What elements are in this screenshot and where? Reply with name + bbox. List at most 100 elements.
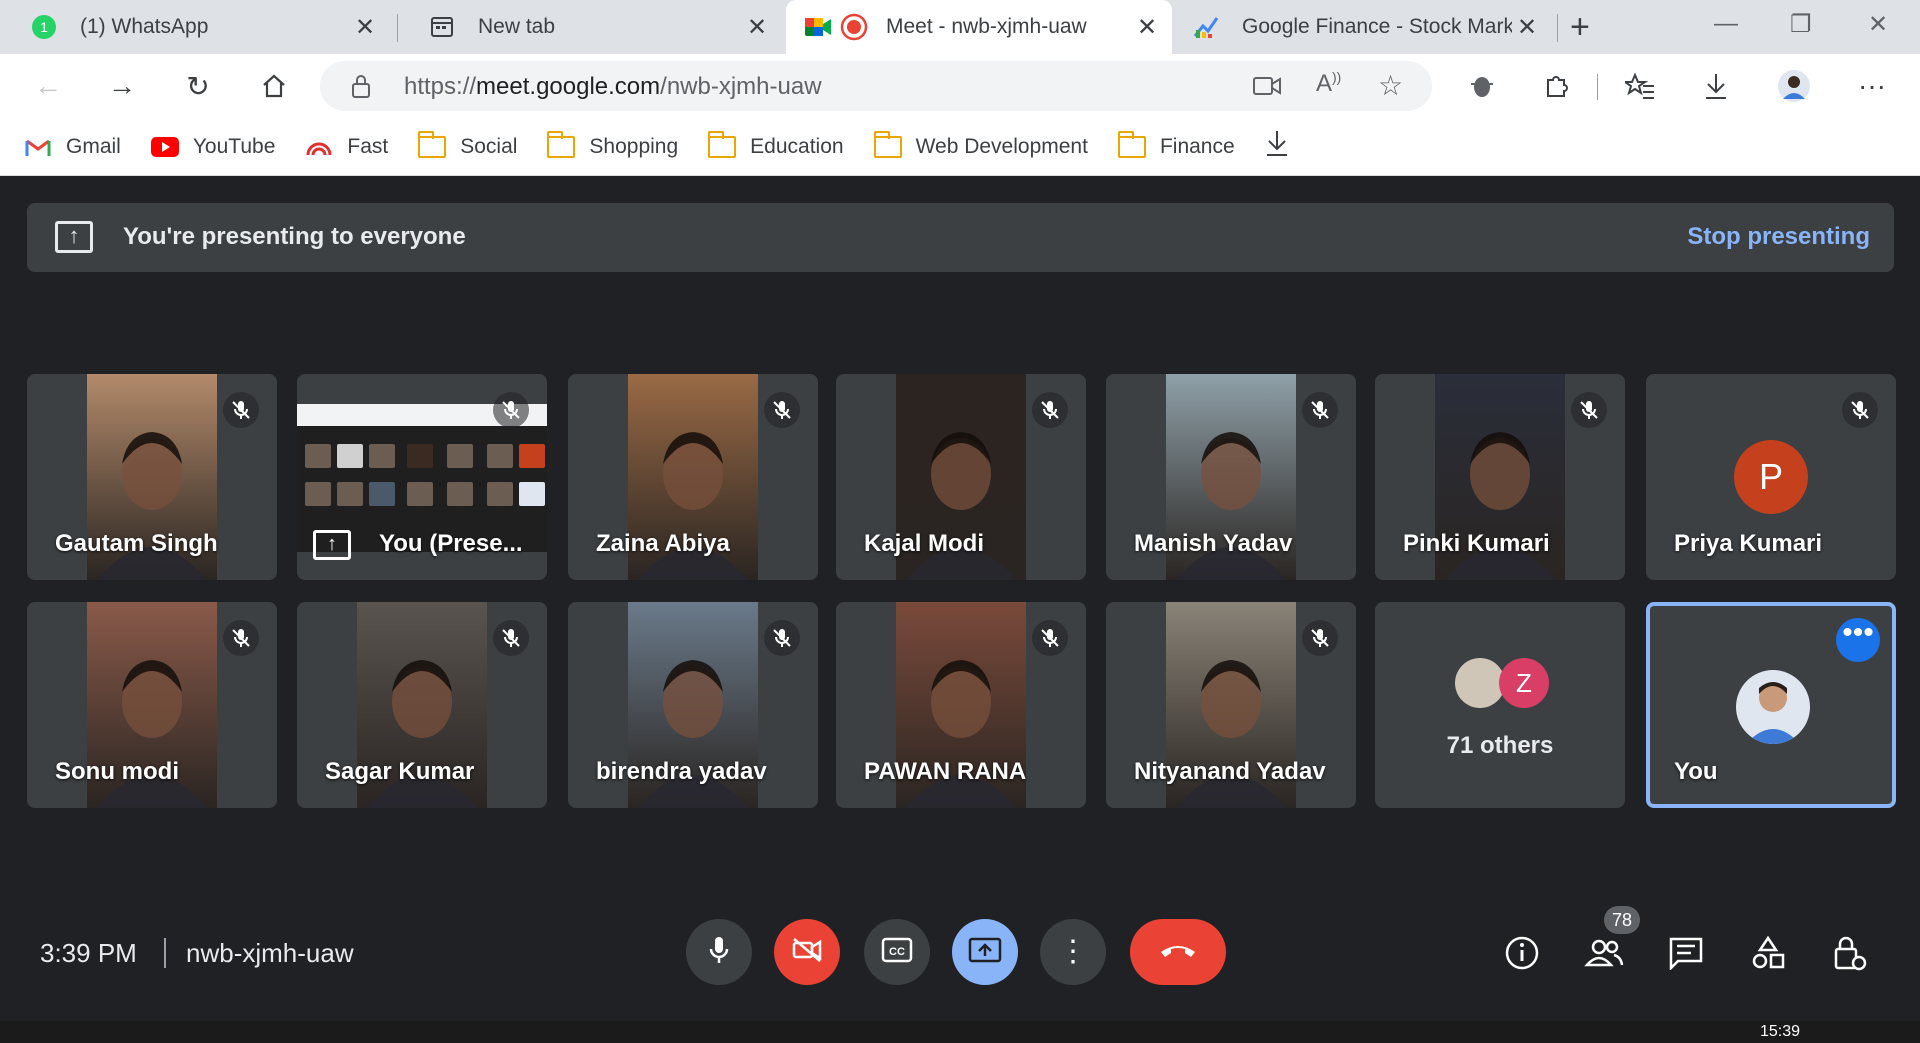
participant-tile-manish-yadav[interactable]: Manish Yadav: [1106, 374, 1356, 580]
tab-meet[interactable]: Meet - nwb-xjmh-uaw ✕: [786, 0, 1172, 54]
bookmark-gmail[interactable]: Gmail: [24, 135, 121, 159]
bookmark-youtube[interactable]: YouTube: [150, 135, 275, 159]
back-arrow-icon[interactable]: ←: [28, 66, 68, 106]
people-icon[interactable]: [1584, 933, 1624, 973]
tab-google-finance[interactable]: Google Finance - Stock Marke ✕: [1172, 0, 1552, 54]
close-icon[interactable]: ✕: [1512, 13, 1542, 42]
activities-icon[interactable]: [1748, 933, 1788, 973]
captions-button[interactable]: CC: [864, 919, 930, 985]
extension-bug-icon[interactable]: [1462, 66, 1502, 106]
bookmark-folder-shopping[interactable]: Shopping: [547, 130, 678, 159]
participant-tile-zaina-abiya[interactable]: Zaina Abiya: [568, 374, 818, 580]
svg-text:CC: CC: [889, 946, 905, 958]
bookmarks-bar: Gmail YouTube Fast Social Shopping Educa…: [0, 118, 1920, 176]
bookmark-label: Social: [460, 134, 518, 158]
bookmark-folder-web-development[interactable]: Web Development: [873, 130, 1088, 159]
extensions-puzzle-icon[interactable]: [1536, 66, 1576, 106]
present-screen-icon: [968, 936, 1002, 969]
participant-tile-pawan-rana[interactable]: PAWAN RANA: [836, 602, 1086, 808]
participant-tile-pinki-kumari[interactable]: Pinki Kumari: [1375, 374, 1625, 580]
chat-icon[interactable]: [1666, 933, 1706, 973]
close-window-icon[interactable]: ✕: [1868, 10, 1888, 39]
bookmark-label: Fast: [347, 134, 389, 158]
folder-icon: [1117, 130, 1146, 159]
leave-call-button[interactable]: [1130, 919, 1226, 985]
folder-icon: [708, 130, 737, 159]
lock-icon: [350, 73, 372, 104]
new-tab-plus-icon[interactable]: +: [1570, 8, 1590, 47]
tab-strip: 1 (1) WhatsApp ✕ New tab ✕ Meet - nwb-xj…: [0, 0, 1920, 54]
profile-avatar[interactable]: [1774, 66, 1814, 106]
minimize-icon[interactable]: —: [1714, 10, 1738, 38]
participant-tile-others[interactable]: Z 71 others: [1375, 602, 1625, 808]
bottom-divider: [164, 938, 166, 968]
host-controls-lock-icon[interactable]: [1830, 933, 1870, 973]
meeting-info-icon[interactable]: [1502, 933, 1542, 973]
recording-icon: [840, 13, 868, 41]
close-icon[interactable]: ✕: [1132, 13, 1162, 42]
windows-taskbar: 15:39: [0, 1021, 1920, 1043]
participant-tile-nityanand-yadav[interactable]: Nityanand Yadav: [1106, 602, 1356, 808]
newtab-icon: [428, 13, 456, 41]
muted-mic-icon: [764, 620, 800, 656]
home-icon[interactable]: [254, 66, 294, 106]
tab-whatsapp[interactable]: 1 (1) WhatsApp ✕: [0, 0, 390, 54]
camera-toggle-button[interactable]: [774, 919, 840, 985]
add-favorite-icon[interactable]: ☆: [1378, 69, 1403, 102]
more-options-icon[interactable]: •••: [1836, 618, 1880, 662]
more-options-button[interactable]: ⋮: [1040, 919, 1106, 985]
tab-title: (1) WhatsApp: [80, 15, 209, 38]
close-icon[interactable]: ✕: [742, 13, 772, 42]
participant-tile-screenshare[interactable]: ↑ You (Prese...: [297, 374, 547, 580]
bookmark-folder-finance[interactable]: Finance: [1117, 130, 1235, 159]
participant-name: Manish Yadav: [1134, 530, 1293, 557]
downloads-bar-icon[interactable]: [1265, 129, 1289, 164]
camera-icon[interactable]: [1252, 73, 1282, 104]
maximize-icon[interactable]: ❐: [1790, 10, 1812, 39]
stop-presenting-button[interactable]: Stop presenting: [1687, 223, 1870, 251]
avatar: P: [1734, 440, 1808, 514]
download-icon[interactable]: [1696, 66, 1736, 106]
participant-tile-kajal-modi[interactable]: Kajal Modi: [836, 374, 1086, 580]
bookmark-label: Web Development: [915, 134, 1088, 158]
close-icon[interactable]: ✕: [350, 13, 380, 42]
muted-mic-icon: [1842, 392, 1878, 428]
others-count: 71 others: [1446, 732, 1554, 759]
forward-arrow-icon[interactable]: →: [102, 66, 142, 106]
settings-more-icon[interactable]: ···: [1852, 66, 1892, 106]
address-bar[interactable]: https://meet.google.com/nwb-xjmh-uaw A))…: [320, 61, 1432, 111]
tab-new-tab[interactable]: New tab ✕: [398, 0, 782, 54]
bookmark-label: Education: [750, 134, 844, 158]
url-text: https://meet.google.com/nwb-xjmh-uaw: [404, 73, 822, 100]
muted-mic-icon: [1032, 392, 1068, 428]
presenting-banner: ↑ You're presenting to everyone Stop pre…: [27, 203, 1894, 272]
participant-tile-sonu-modi[interactable]: Sonu modi: [27, 602, 277, 808]
speedometer-icon: [305, 135, 333, 159]
participant-name: Gautam Singh: [55, 530, 218, 557]
tab-title: Meet - nwb-xjmh-uaw: [886, 15, 1087, 38]
participant-name: You (Prese...: [379, 530, 523, 557]
svg-text:1: 1: [40, 19, 48, 35]
participant-tile-gautam-singh[interactable]: Gautam Singh: [27, 374, 277, 580]
participant-name: Zaina Abiya: [596, 530, 730, 557]
participant-tile-sagar-kumar[interactable]: Sagar Kumar: [297, 602, 547, 808]
avatar: [1455, 658, 1505, 708]
present-now-button[interactable]: [952, 919, 1018, 985]
bookmark-folder-education[interactable]: Education: [708, 130, 844, 159]
muted-mic-icon: [1302, 392, 1338, 428]
bookmark-folder-social[interactable]: Social: [418, 130, 518, 159]
reload-icon[interactable]: ↻: [178, 66, 218, 106]
bookmark-fast[interactable]: Fast: [305, 135, 388, 159]
participant-tile-birendra-yadav[interactable]: birendra yadav: [568, 602, 818, 808]
participant-tile-priya-kumari[interactable]: P Priya Kumari: [1646, 374, 1896, 580]
bookmark-label: Finance: [1159, 134, 1235, 158]
muted-mic-icon: [764, 392, 800, 428]
participant-tile-self[interactable]: ••• You: [1646, 602, 1896, 808]
favorites-icon[interactable]: [1620, 66, 1660, 106]
present-screen-icon: ↑: [55, 221, 93, 253]
read-aloud-icon[interactable]: A)): [1316, 69, 1341, 98]
youtube-icon: [150, 135, 179, 159]
microphone-button[interactable]: [686, 919, 752, 985]
participant-name: Nityanand Yadav: [1134, 758, 1326, 785]
participant-name: Priya Kumari: [1674, 530, 1823, 557]
